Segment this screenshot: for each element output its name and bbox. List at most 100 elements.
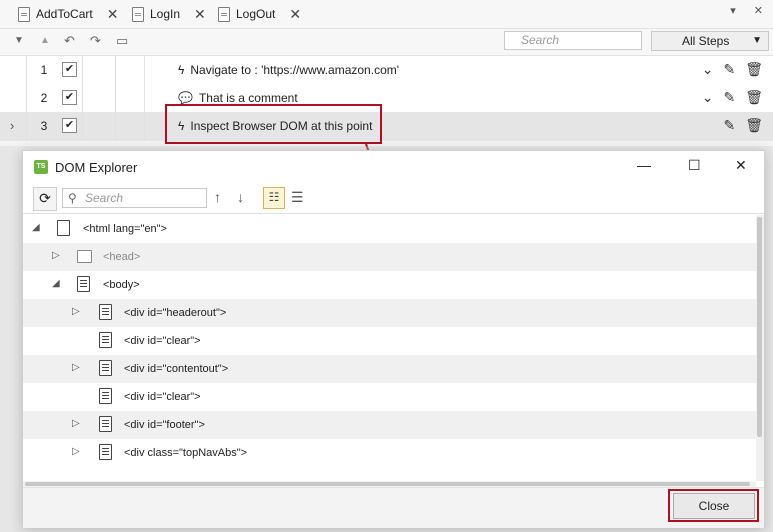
step-actions: ✎ 🗑: [723, 117, 763, 134]
expanded-toggle-icon[interactable]: ◢: [52, 278, 60, 289]
close-icon[interactable]: ✕: [194, 6, 206, 23]
move-down-icon[interactable]: ▼: [14, 35, 24, 46]
element-icon: [99, 304, 112, 320]
step-number: 2: [40, 91, 48, 105]
steps-search-input[interactable]: Search: [504, 31, 642, 50]
dom-search-input[interactable]: ⚲ Search: [62, 188, 207, 208]
chevron-down-icon[interactable]: ⌄: [702, 61, 714, 78]
close-icon[interactable]: ✕: [107, 6, 119, 23]
arrow-up-icon[interactable]: ↑: [214, 189, 221, 205]
tree-node[interactable]: ◢ <body>: [23, 271, 756, 299]
move-up-icon[interactable]: ▲: [40, 35, 50, 46]
node-label: <html lang="en">: [83, 223, 167, 235]
scrollbar-thumb[interactable]: [25, 482, 750, 486]
document-icon: [132, 6, 144, 22]
node-label: <div id="footer">: [124, 419, 205, 431]
element-icon: [99, 360, 112, 376]
node-label: <div class="topNavAbs">: [124, 447, 248, 459]
tree-node[interactable]: ▷ <div id="headerout">: [23, 299, 756, 327]
tree-node[interactable]: ▷ <head>: [23, 243, 756, 271]
step-enabled-checkbox[interactable]: ✔: [62, 90, 77, 105]
chevron-down-icon[interactable]: ⌄: [702, 89, 714, 106]
element-icon: [99, 416, 112, 432]
refresh-button[interactable]: ⟳: [33, 187, 57, 211]
step-row[interactable]: 2 ✔ 💬 That is a comment ⌄ ✎ 🗑: [0, 84, 773, 113]
tab-label: LogIn: [150, 7, 181, 21]
trash-icon[interactable]: 🗑: [745, 61, 763, 78]
node-label: <div id="contentout">: [124, 363, 229, 375]
code-icon: [77, 250, 92, 263]
chevron-down-icon: ▼: [752, 35, 762, 46]
step-actions: ⌄ ✎ 🗑: [702, 89, 763, 106]
search-placeholder: Search: [521, 33, 560, 47]
row-expander-icon[interactable]: ›: [10, 118, 20, 133]
dialog-toolbar: ⟳ ⚲ Search ↑ ↓ ☷ ☰: [23, 185, 764, 214]
element-icon: [99, 332, 112, 348]
tab-login[interactable]: LogIn ✕: [132, 0, 206, 28]
step-description: Navigate to : 'https://www.amazon.com': [190, 63, 400, 77]
lightning-icon: ϟ: [178, 63, 185, 77]
tab-addtocart[interactable]: AddToCart ✕: [18, 0, 118, 28]
edit-icon[interactable]: ✎: [723, 61, 735, 78]
tree-node[interactable]: ▷ <div id="footer">: [23, 411, 756, 439]
highlight-callout: [668, 489, 759, 522]
collapsed-toggle-icon[interactable]: ▷: [72, 362, 80, 373]
step-text[interactable]: 💬 That is a comment: [178, 91, 298, 105]
step-description: That is a comment: [198, 91, 298, 105]
document-globe-icon: [57, 220, 70, 236]
list-view-icon[interactable]: ☰: [291, 189, 304, 206]
document-icon: [218, 6, 230, 22]
close-icon[interactable]: ✕: [289, 6, 301, 23]
undo-icon[interactable]: ↶: [64, 33, 75, 49]
scrollbar-thumb[interactable]: [757, 217, 762, 437]
dom-explorer-dialog: TS DOM Explorer — ☐ ✕ ⟳ ⚲ Search ↑ ↓ ☷ ☰…: [22, 150, 765, 528]
tab-label: LogOut: [236, 7, 276, 21]
step-row-selected[interactable]: › 3 ✔ ϟ Inspect Browser DOM at this poin…: [0, 112, 773, 141]
overflow-chevron-icon[interactable]: ▾: [730, 4, 736, 17]
node-label: <head>: [103, 251, 141, 263]
redo-icon[interactable]: ↷: [90, 33, 101, 49]
tree-node[interactable]: ▷ <div class="topNavAbs">: [23, 439, 756, 467]
steps-filter-select[interactable]: All Steps ▼: [651, 31, 769, 51]
collapsed-toggle-icon[interactable]: ▷: [72, 446, 80, 457]
tree-node[interactable]: ▷ <div id="contentout">: [23, 355, 756, 383]
step-enabled-checkbox[interactable]: ✔: [62, 118, 77, 133]
close-icon[interactable]: ✕: [735, 157, 747, 174]
step-enabled-checkbox[interactable]: ✔: [62, 62, 77, 77]
tree-node[interactable]: <div id="clear">: [23, 383, 756, 411]
expanded-toggle-icon[interactable]: ◢: [32, 222, 40, 233]
step-actions: ⌄ ✎ 🗑: [702, 61, 763, 78]
tab-logout[interactable]: LogOut ✕: [218, 0, 301, 28]
app-logo-icon: TS: [34, 160, 48, 174]
comment-icon: 💬: [178, 91, 193, 105]
filter-value: All Steps: [682, 34, 730, 48]
tree-node[interactable]: ◢ <html lang="en">: [23, 215, 756, 243]
tree-view-button[interactable]: ☷: [263, 187, 285, 209]
page-icon: [77, 276, 90, 292]
collapsed-toggle-icon[interactable]: ▷: [52, 250, 60, 261]
trash-icon[interactable]: 🗑: [745, 89, 763, 106]
dialog-footer: Close: [23, 487, 764, 528]
close-icon[interactable]: ✕: [754, 4, 763, 17]
tabbar-controls: ▾ ✕: [730, 4, 763, 17]
element-icon: [99, 444, 112, 460]
step-number: 1: [40, 63, 48, 77]
tab-label: AddToCart: [36, 7, 93, 21]
node-label: <div id="clear">: [124, 335, 201, 347]
document-icon: [18, 6, 30, 22]
maximize-icon[interactable]: ☐: [688, 157, 701, 174]
collapsed-toggle-icon[interactable]: ▷: [72, 306, 80, 317]
tree-node[interactable]: <div id="clear">: [23, 327, 756, 355]
node-label: <body>: [103, 279, 140, 291]
record-icon[interactable]: ▭: [116, 33, 128, 49]
node-label: <div id="headerout">: [124, 307, 227, 319]
step-row[interactable]: 1 ✔ ϟ Navigate to : 'https://www.amazon.…: [0, 56, 773, 85]
step-text[interactable]: ϟ Navigate to : 'https://www.amazon.com': [178, 63, 399, 77]
arrow-down-icon[interactable]: ↓: [237, 189, 244, 205]
vertical-scrollbar[interactable]: [756, 215, 764, 481]
minimize-icon[interactable]: —: [637, 157, 651, 173]
collapsed-toggle-icon[interactable]: ▷: [72, 418, 80, 429]
trash-icon[interactable]: 🗑: [745, 117, 763, 134]
edit-icon[interactable]: ✎: [723, 117, 735, 134]
edit-icon[interactable]: ✎: [723, 89, 735, 106]
